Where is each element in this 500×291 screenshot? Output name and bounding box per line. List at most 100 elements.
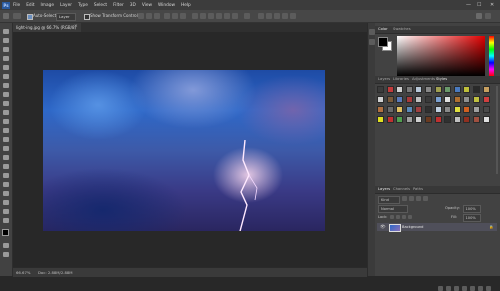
style-swatch[interactable] <box>396 106 404 113</box>
clone-stamp-tool-icon[interactable] <box>3 110 9 115</box>
style-swatch[interactable] <box>415 106 423 113</box>
close-window-button[interactable]: ✕ <box>490 0 494 10</box>
healing-brush-tool-icon[interactable] <box>3 92 9 97</box>
style-swatch[interactable] <box>463 86 471 93</box>
style-swatch[interactable] <box>434 116 442 123</box>
distribute-center-icon[interactable] <box>224 13 230 19</box>
blur-tool-icon[interactable] <box>3 146 9 151</box>
align-bottom-icon[interactable] <box>154 13 160 19</box>
layer-filter-dropdown[interactable]: Kind <box>378 196 400 204</box>
lock-transparency-icon[interactable] <box>390 214 394 219</box>
fill-field[interactable]: 100% <box>463 214 481 222</box>
style-swatch[interactable] <box>405 106 413 113</box>
style-swatch[interactable] <box>453 116 461 123</box>
auto-align-icon[interactable] <box>244 13 250 19</box>
style-swatch[interactable] <box>463 106 471 113</box>
new-layer-icon[interactable] <box>478 286 483 291</box>
tab-styles[interactable]: Styles <box>436 77 447 81</box>
hue-slider[interactable] <box>489 36 494 76</box>
style-swatch[interactable] <box>453 96 461 103</box>
type-tool-icon[interactable] <box>3 173 9 178</box>
style-swatch[interactable] <box>377 116 384 123</box>
style-swatch[interactable] <box>415 86 423 93</box>
style-swatch[interactable] <box>425 116 432 123</box>
move-tool-icon[interactable] <box>3 13 9 19</box>
tab-adjustments[interactable]: Adjustments <box>412 77 435 81</box>
filter-type-icon[interactable] <box>416 196 421 201</box>
menu-view[interactable]: View <box>142 3 152 8</box>
style-swatch[interactable] <box>463 96 471 103</box>
style-swatch[interactable] <box>453 106 461 113</box>
styles-scrollbar[interactable] <box>496 86 498 174</box>
foreground-color-swatch[interactable] <box>2 229 9 236</box>
rectangle-tool-icon[interactable] <box>3 191 9 196</box>
distribute-left-icon[interactable] <box>216 13 222 19</box>
style-swatch[interactable] <box>444 116 452 123</box>
zoom-level[interactable]: 66.67% <box>16 270 30 275</box>
style-swatch[interactable] <box>396 86 404 93</box>
distribute-top-icon[interactable] <box>192 13 198 19</box>
menu-select[interactable]: Select <box>94 3 107 8</box>
style-swatch[interactable] <box>405 96 413 103</box>
workspace-icon[interactable] <box>485 13 491 19</box>
brush-tool-icon[interactable] <box>3 101 9 106</box>
style-swatch[interactable] <box>434 106 442 113</box>
style-swatch[interactable] <box>425 86 432 93</box>
path-selection-tool-icon[interactable] <box>3 182 9 187</box>
3d-pan-icon[interactable] <box>282 13 288 19</box>
lock-pixels-icon[interactable] <box>396 214 400 219</box>
align-right-icon[interactable] <box>180 13 186 19</box>
menu-edit[interactable]: Edit <box>26 3 34 8</box>
color-picker-field[interactable] <box>397 36 485 76</box>
menu-window[interactable]: Window <box>158 3 175 8</box>
style-swatch[interactable] <box>444 96 452 103</box>
style-swatch[interactable] <box>396 96 404 103</box>
eyedropper-tool-icon[interactable] <box>3 83 9 88</box>
frame-tool-icon[interactable] <box>3 74 9 79</box>
3d-slide-icon[interactable] <box>290 13 296 19</box>
close-document-icon[interactable]: × <box>74 24 78 29</box>
menu-type[interactable]: Type <box>78 3 88 8</box>
3d-roll-icon[interactable] <box>274 13 280 19</box>
style-swatch[interactable] <box>482 106 490 113</box>
crop-tool-icon[interactable] <box>3 65 9 70</box>
pen-tool-icon[interactable] <box>3 164 9 169</box>
style-swatch[interactable] <box>444 86 452 93</box>
style-swatch[interactable] <box>473 86 480 93</box>
menu-filter[interactable]: Filter <box>113 3 124 8</box>
menu-image[interactable]: Image <box>41 3 54 8</box>
screen-mode-icon[interactable] <box>3 252 9 257</box>
style-swatch[interactable] <box>386 106 394 113</box>
align-top-icon[interactable] <box>138 13 144 19</box>
dodge-tool-icon[interactable] <box>3 155 9 160</box>
maximize-button[interactable]: ☐ <box>477 0 481 10</box>
menu-file[interactable]: File <box>13 3 20 8</box>
eraser-tool-icon[interactable] <box>3 128 9 133</box>
filter-shape-icon[interactable] <box>423 196 428 201</box>
style-swatch[interactable] <box>405 116 413 123</box>
style-swatch[interactable] <box>386 96 394 103</box>
history-brush-tool-icon[interactable] <box>3 119 9 124</box>
style-swatch[interactable] <box>415 96 423 103</box>
style-swatch[interactable] <box>482 116 490 123</box>
tab-paths[interactable]: Paths <box>413 187 423 191</box>
minimize-button[interactable]: — <box>466 0 471 10</box>
style-swatch[interactable] <box>396 116 404 123</box>
layer-mask-icon[interactable] <box>454 286 459 291</box>
new-group-icon[interactable] <box>470 286 475 291</box>
lasso-tool-icon[interactable] <box>3 47 9 52</box>
style-swatch[interactable] <box>377 106 384 113</box>
auto-select-target-dropdown[interactable]: Layer <box>56 12 76 21</box>
style-swatch[interactable] <box>482 96 490 103</box>
storm-cloud-image[interactable] <box>43 70 325 231</box>
filter-adjustment-icon[interactable] <box>409 196 414 201</box>
visibility-eye-icon[interactable]: 👁 <box>380 225 386 230</box>
opacity-field[interactable]: 100% <box>463 205 481 213</box>
distribute-middle-icon[interactable] <box>200 13 206 19</box>
gradient-tool-icon[interactable] <box>3 137 9 142</box>
quick-select-tool-icon[interactable] <box>3 56 9 61</box>
align-middle-icon[interactable] <box>146 13 152 19</box>
layer-row-background[interactable]: 👁 Background 🔒 <box>377 223 497 232</box>
3d-mode-icon[interactable] <box>258 13 264 19</box>
menu-layer[interactable]: Layer <box>60 3 72 8</box>
